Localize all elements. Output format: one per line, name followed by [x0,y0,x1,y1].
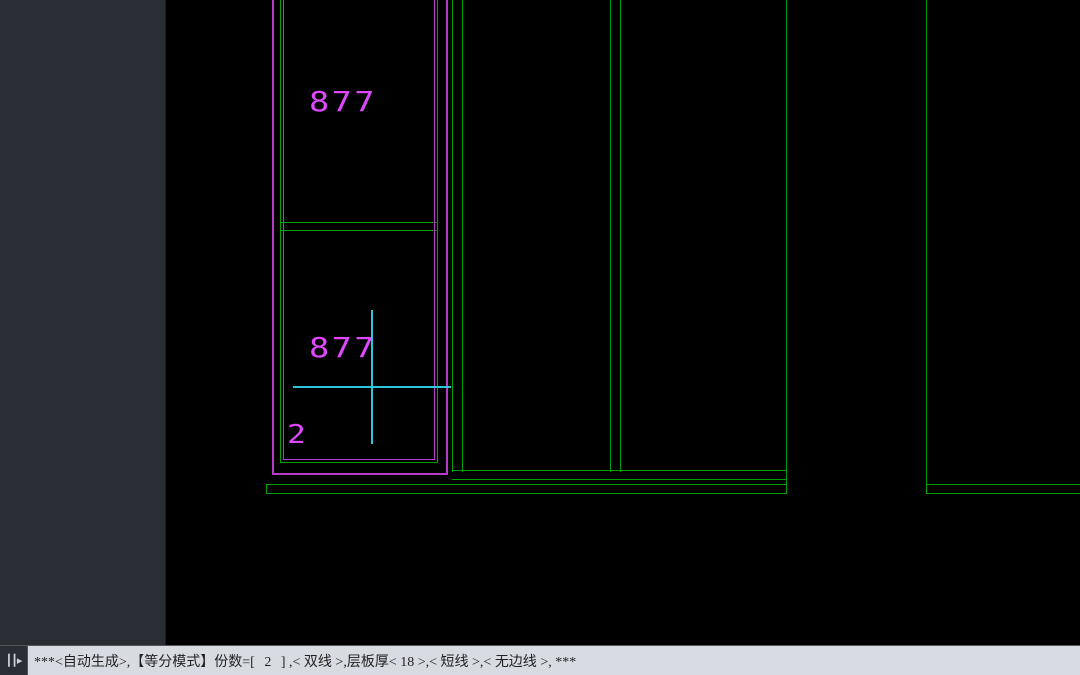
sel-inner-left [283,0,284,460]
cmd-prefix: ***<自动生成>,【等分模式】份数=[ [34,655,255,670]
far-right-line-v [926,0,927,494]
upper-region: 877 877 2 [0,0,1080,645]
panel-h-top [452,470,787,471]
base-line-v-right [786,0,787,494]
panel-v1a [452,0,453,472]
dim-lower: 877 [309,331,377,364]
dim-small: 2 [287,420,308,450]
panel-h-top2 [452,479,787,480]
cab-green-bot [280,462,438,463]
app-root: 877 877 2 ┃┃▸ ***<自动生成>,【等分模式】份数=[ ] ,< 双… [0,0,1080,675]
toggle-glyph: ┃┃▸ [6,654,22,667]
cmd-mid1: ] ,< [281,655,301,670]
base-line-v-left [266,484,267,494]
sel-outer-right [446,0,448,475]
command-toggle-icon[interactable]: ┃┃▸ [0,646,28,675]
cmd-mid4: >,< [472,655,491,670]
base-line-h2 [266,493,786,494]
cmd-suffix: >, *** [540,655,576,670]
sel-outer-left [272,0,274,475]
dim-upper: 877 [309,85,377,118]
drawing-canvas[interactable]: 877 877 2 [166,0,1080,645]
cmd-opt-double[interactable]: 双线 [300,655,335,670]
cab-green-left [280,0,281,463]
cmd-mid2: >,层板厚< [335,655,396,670]
cmd-thickness[interactable]: 18 [397,655,418,670]
cmd-mid3: >,< [418,655,437,670]
panel-v2b [620,0,621,472]
cmd-opt-noedge[interactable]: 无边线 [491,655,540,670]
panel-v2a [610,0,611,472]
command-bar[interactable]: ┃┃▸ ***<自动生成>,【等分模式】份数=[ ] ,< 双线 >,层板厚< 1… [0,645,1080,675]
crosshair-v [371,310,373,444]
cab-green-right [437,0,438,463]
far-right-line-h2 [926,493,1080,494]
drawing-area[interactable]: 877 877 2 [166,0,1080,645]
cab-shelf-top [280,222,438,223]
cab-shelf-bot [280,230,438,231]
far-right-line-h1 [926,484,1080,485]
left-sidebar[interactable] [0,0,166,645]
panel-v1b [462,0,463,472]
sel-inner-bot [283,459,435,460]
sel-outer-bot [272,473,448,475]
base-line-h1 [266,484,786,485]
cmd-input-count[interactable] [255,655,281,671]
command-line[interactable]: ***<自动生成>,【等分模式】份数=[ ] ,< 双线 >,层板厚< 18 >,… [28,651,1080,671]
cmd-opt-short[interactable]: 短线 [437,655,472,670]
sel-inner-right [434,0,435,460]
